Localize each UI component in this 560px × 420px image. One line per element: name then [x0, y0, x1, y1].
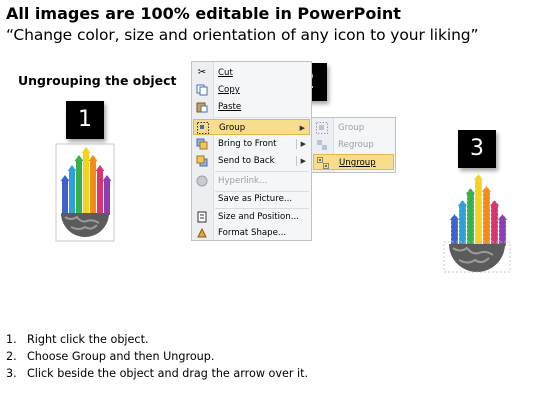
menu-item-size-and-position[interactable]: Size and Position... [193, 209, 310, 225]
hyperlink-icon [196, 175, 208, 187]
arrow-shape [81, 147, 91, 215]
menu-item-label: Format Shape... [218, 228, 287, 238]
step-1-badge: 1 [66, 101, 104, 139]
arrow-shape [95, 165, 105, 215]
submenu-item-group[interactable]: Group [313, 120, 394, 136]
instruction-item: 3. Click beside the object and drag the a… [6, 365, 308, 382]
context-menu: ✂ Cut Copy Paste Group ▶ Bring to Front … [191, 61, 312, 241]
menu-item-group[interactable]: Group ▶ [193, 119, 310, 135]
menu-separator [215, 171, 309, 172]
menu-item-label: Paste [218, 102, 242, 112]
instruction-number: 1. [6, 333, 17, 346]
page-subtitle: “Change color, size and orientation of a… [6, 26, 479, 44]
menu-item-label: Save as Picture... [218, 194, 293, 204]
arrow-shape[interactable] [472, 173, 485, 247]
group-submenu: Group Regroup Ungroup [311, 117, 396, 173]
menu-item-save-as-picture[interactable]: Save as Picture... [193, 191, 310, 207]
copy-icon [196, 84, 208, 96]
section-heading: Ungrouping the object [18, 73, 177, 88]
submenu-arrow-icon: ▶ [300, 157, 306, 165]
menu-split-divider [296, 139, 297, 149]
menu-item-copy[interactable]: Copy [193, 82, 310, 98]
arrow-shape[interactable] [456, 199, 469, 247]
menu-item-label: Copy [218, 85, 240, 95]
size-position-icon [196, 211, 208, 223]
send-to-back-icon [196, 155, 208, 167]
menu-item-label: Ungroup [339, 158, 376, 168]
step-3-badge: 3 [458, 130, 496, 168]
arrow-shape [74, 155, 84, 215]
regroup-icon [316, 139, 328, 151]
bring-to-front-icon [196, 138, 208, 150]
menu-item-label: Cut [218, 68, 233, 78]
menu-item-label: Regroup [338, 140, 374, 150]
page-title: All images are 100% editable in PowerPoi… [6, 4, 401, 23]
menu-item-label: Bring to Front [218, 139, 277, 149]
ungroup-icon [317, 157, 329, 169]
instruction-item: 1. Right click the object. [6, 331, 308, 348]
menu-separator [215, 117, 309, 118]
arrow-shape[interactable] [480, 185, 493, 247]
arrow-shape[interactable] [448, 213, 461, 247]
instructions-list: 1. Right click the object. 2. Choose Group… [6, 331, 308, 382]
arrow-shape [88, 155, 98, 215]
arrow-shape [67, 165, 77, 215]
submenu-item-ungroup[interactable]: Ungroup [313, 154, 394, 170]
submenu-arrow-icon: ▶ [300, 140, 306, 148]
menu-item-hyperlink[interactable]: Hyperlink... [193, 173, 310, 189]
format-shape-icon [196, 227, 208, 239]
menu-split-divider [296, 156, 297, 166]
submenu-item-regroup[interactable]: Regroup [313, 137, 394, 153]
submenu-arrow-icon: ▶ [299, 124, 305, 132]
instruction-number: 2. [6, 350, 17, 363]
menu-item-label: Group [219, 123, 246, 133]
grouped-arrows-globe-graphic[interactable] [55, 143, 115, 243]
arrow-shape [60, 175, 70, 215]
menu-item-label: Send to Back [218, 156, 275, 166]
arrow-shape [102, 175, 112, 215]
menu-item-send-to-back[interactable]: Send to Back ▶ [193, 153, 310, 169]
instruction-text: Click beside the object and drag the arr… [27, 367, 309, 380]
instruction-number: 3. [6, 367, 17, 380]
scissors-icon: ✂ [197, 67, 207, 78]
menu-item-paste[interactable]: Paste [193, 99, 310, 115]
menu-item-label: Hyperlink... [218, 176, 268, 186]
menu-item-bring-to-front[interactable]: Bring to Front ▶ [193, 136, 310, 152]
instruction-text: Right click the object. [27, 333, 149, 346]
arrow-shape[interactable] [496, 213, 509, 247]
instruction-text: Choose Group and then Ungroup. [27, 350, 215, 363]
menu-item-label: Size and Position... [218, 212, 299, 222]
ungrouped-arrows-globe-graphic[interactable] [441, 170, 513, 276]
menu-item-cut[interactable]: ✂ Cut [193, 65, 310, 81]
menu-item-format-shape[interactable]: Format Shape... [193, 225, 310, 241]
arrow-shape[interactable] [488, 199, 501, 247]
group-icon [197, 122, 209, 134]
menu-item-label: Group [338, 123, 365, 133]
instruction-item: 2. Choose Group and then Ungroup. [6, 348, 308, 365]
arrow-shape[interactable] [464, 187, 477, 247]
paste-icon [196, 101, 208, 113]
group-icon [316, 122, 328, 134]
